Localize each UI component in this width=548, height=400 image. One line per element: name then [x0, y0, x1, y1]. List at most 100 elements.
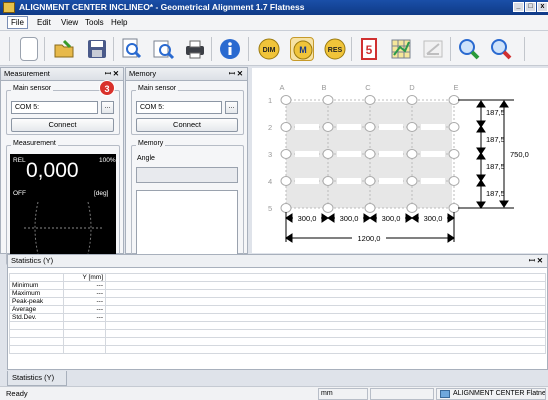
measurement-display: REL 0,000 100% OFF [deg] [10, 154, 116, 264]
unit-indicator: mm [318, 388, 368, 400]
grid-point-e3[interactable] [448, 149, 460, 159]
toolbar: DIM M RES 5 [0, 31, 548, 66]
statistics-title: Statistics (Y) [11, 256, 54, 265]
main-sensor-label: Main sensor [11, 85, 54, 92]
grid-point-a1[interactable] [280, 95, 292, 105]
grid-point-e1[interactable] [448, 95, 460, 105]
grid-point-a5[interactable] [280, 203, 292, 213]
window-title: ALIGNMENT CENTER INCLINEO* - Geometrical… [19, 2, 305, 12]
menu-view[interactable]: View [61, 18, 78, 27]
row-label: Average [9, 305, 64, 314]
row-label: Peak-peak [9, 297, 64, 306]
memory-browse-port-button[interactable]: ... [225, 101, 238, 114]
menu-file[interactable]: File [7, 16, 28, 29]
pin-icon[interactable]: ꟷ [229, 68, 235, 80]
res-icon[interactable]: RES [323, 37, 347, 61]
app-status-icon [440, 390, 450, 398]
column-label-c: C [365, 83, 371, 92]
browse-port-button[interactable]: ... [101, 101, 114, 114]
memory-panel-header: Memory ꟷ ✕ [126, 68, 247, 81]
status-empty-cell [370, 388, 434, 400]
statistics-panel: Statistics (Y) ꟷ ✕ Y [mm] Minimum --- Max… [7, 254, 548, 370]
close-panel-icon[interactable]: ✕ [237, 68, 243, 80]
grid-point-c2[interactable] [364, 122, 376, 132]
grid-point-a4[interactable] [280, 176, 292, 186]
tab-statistics-y[interactable]: Statistics (Y) [7, 371, 67, 386]
grid-point-c3[interactable] [364, 149, 376, 159]
grid-point-d2[interactable] [406, 122, 418, 132]
grid-point-e5[interactable] [448, 203, 460, 213]
angle-label: Angle [137, 155, 155, 162]
grid-point-b3[interactable] [322, 149, 334, 159]
row-label: Minimum [9, 281, 64, 290]
menu-help[interactable]: Help [111, 18, 127, 27]
search-report-icon[interactable] [151, 37, 175, 61]
close-panel-icon[interactable]: ✕ [113, 68, 119, 80]
row-value: --- [63, 281, 106, 290]
grid-point-b5[interactable] [322, 203, 334, 213]
grid-point-b1[interactable] [322, 95, 334, 105]
grid-point-a2[interactable] [280, 122, 292, 132]
print-icon[interactable] [183, 37, 207, 61]
memory-group: Memory Angle [131, 140, 244, 270]
save-icon[interactable] [85, 37, 109, 61]
grid-point-d4[interactable] [406, 176, 418, 186]
pin-icon[interactable]: ꟷ [105, 68, 111, 80]
status-text: Ready [6, 389, 28, 398]
svg-text:5: 5 [366, 43, 373, 57]
dim-icon[interactable]: DIM [257, 37, 281, 61]
flatness-document-icon[interactable]: 5 [357, 37, 381, 61]
new-document-icon[interactable] [20, 37, 38, 61]
grid-point-d3[interactable] [406, 149, 418, 159]
grid-point-e4[interactable] [448, 176, 460, 186]
measurement-panel: Measurement ꟷ ✕ Main sensor COM 5: ... C… [0, 67, 124, 265]
info-icon[interactable] [218, 37, 242, 61]
col-spacing-1: 300,0 [298, 214, 317, 223]
zoom-out-icon[interactable] [489, 37, 513, 61]
memory-com-port-field[interactable]: COM 5: [136, 101, 222, 114]
measurement-panel-header: Measurement ꟷ ✕ [1, 68, 123, 81]
grid-point-a3[interactable] [280, 149, 292, 159]
grid-point-d1[interactable] [406, 95, 418, 105]
menu-edit[interactable]: Edit [37, 18, 51, 27]
row-spacing-1: 187,5 [486, 108, 505, 117]
grid-point-c1[interactable] [364, 95, 376, 105]
grid-point-b2[interactable] [322, 122, 334, 132]
column-label-d: D [409, 83, 415, 92]
row-label: Maximum [9, 289, 64, 298]
minimize-button[interactable]: _ [513, 2, 524, 12]
row-label-1: 1 [268, 96, 272, 105]
memory-connect-button[interactable]: Connect [136, 118, 238, 132]
row-spacing-3: 187,5 [486, 162, 505, 171]
connect-button[interactable]: Connect [11, 118, 114, 132]
grid-point-d5[interactable] [406, 203, 418, 213]
memory-panel-title: Memory [129, 69, 157, 78]
grid-point-e2[interactable] [448, 122, 460, 132]
measurement-grid-diagram: A B C D E 1 2 3 4 5 187,5 187,5 187,5 18… [252, 68, 548, 253]
grid-point-b4[interactable] [322, 176, 334, 186]
level-gauge [24, 201, 102, 255]
m-mode-icon[interactable]: M [290, 37, 314, 61]
grid-point-c5[interactable] [364, 203, 376, 213]
com-port-field[interactable]: COM 5: [11, 101, 98, 114]
measurement-group: Measurement REL 0,000 100% OFF [deg] [6, 140, 120, 265]
table-row: Maximum --- [9, 289, 546, 298]
table-header-filler [105, 273, 546, 282]
close-panel-icon[interactable]: ✕ [537, 255, 543, 267]
app-icon [3, 2, 15, 13]
svg-text:M: M [299, 45, 307, 55]
grid-chart-icon[interactable] [389, 37, 413, 61]
close-button[interactable]: x [537, 2, 548, 12]
off-label: OFF [13, 190, 26, 197]
pin-icon[interactable]: ꟷ [529, 255, 535, 267]
open-folder-icon[interactable] [52, 37, 76, 61]
maximize-button[interactable]: □ [525, 2, 536, 12]
print-preview-icon[interactable] [119, 37, 143, 61]
angle-icon[interactable] [421, 37, 445, 61]
menu-tools[interactable]: Tools [85, 18, 104, 27]
grid-point-c4[interactable] [364, 176, 376, 186]
column-label-a: A [279, 83, 284, 92]
app-name: ALIGNMENT CENTER Flatne [453, 390, 546, 397]
zoom-in-icon[interactable] [457, 37, 481, 61]
step-badge: 3 [99, 80, 115, 96]
